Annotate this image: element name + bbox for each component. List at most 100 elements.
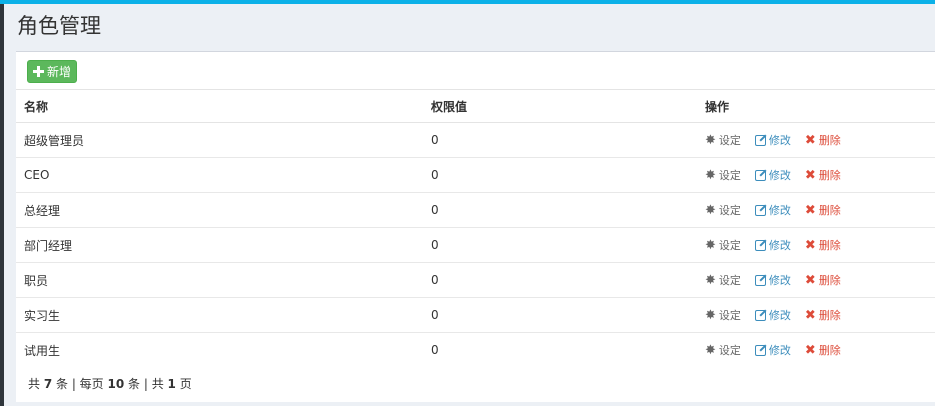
header-name: 名称 [16, 89, 423, 123]
close-icon: ✖ [804, 237, 816, 253]
pagination-text: 条 | 共 [124, 377, 168, 391]
actions-group: ✸ 设定 修改 ✖ 删除 [705, 307, 935, 323]
role-name: 实习生 [16, 297, 423, 333]
edit-icon [754, 169, 766, 181]
edit-icon [754, 274, 766, 286]
close-icon: ✖ [804, 132, 816, 148]
set-label: 设定 [718, 239, 741, 252]
set-label: 设定 [718, 204, 741, 217]
role-permission: 0 [423, 122, 697, 158]
table-row: 职员 0 ✸ 设定 修改 ✖ 删除 [16, 262, 935, 298]
role-name: 试用生 [24, 343, 61, 358]
top-accent-bar [0, 0, 935, 4]
role-name: 总经理 [16, 192, 423, 228]
role-name: 部门经理 [16, 227, 423, 263]
pagination-text: 条 | 每页 [52, 377, 108, 391]
edit-label: 修改 [768, 344, 791, 358]
set-link[interactable]: ✸ 设定 [705, 167, 741, 183]
set-label: 设定 [718, 344, 741, 358]
row-actions: ✸ 设定 修改 ✖ 删除 [697, 262, 935, 298]
actions-group: ✸ 设定 修改 ✖ 删除 [705, 237, 935, 253]
pagination-text: 页 [175, 377, 192, 391]
row-actions: ✸ 设定 修改 ✖ 删除 [697, 227, 935, 263]
table-row: 超级管理员 0 ✸ 设定 修改 ✖ 删除 [16, 122, 935, 158]
edit-label: 修改 [768, 309, 791, 322]
set-link[interactable]: ✸ 设定 [705, 132, 741, 148]
set-link[interactable]: ✸ 设定 [705, 202, 741, 218]
actions-group: ✸ 设定 修改 ✖ 删除 [705, 132, 935, 148]
edit-label: 修改 [768, 274, 791, 287]
delete-link[interactable]: ✖ 删除 [805, 342, 841, 358]
delete-link[interactable]: ✖ 删除 [805, 167, 841, 183]
table-row: 总经理 0 ✸ 设定 修改 ✖ 删除 [16, 192, 935, 228]
add-role-button[interactable]: 新增 [27, 60, 77, 83]
set-link[interactable]: ✸ 设定 [705, 342, 741, 358]
row-actions: ✸ 设定 修改 ✖ 删除 [697, 297, 935, 333]
role-permission: 0 [423, 192, 697, 228]
table-row: 试用生 0 ✸ 设定 修改 ✖ 删除 [16, 333, 935, 368]
edit-icon [754, 344, 766, 356]
header-actions: 操作 [697, 89, 935, 123]
row-actions: ✸ 设定 修改 ✖ 删除 [697, 122, 935, 158]
delete-link[interactable]: ✖ 删除 [805, 272, 841, 288]
edit-label: 修改 [768, 134, 791, 147]
actions-group: ✸ 设定 修改 ✖ 删除 [705, 342, 935, 358]
edit-link[interactable]: 修改 [754, 272, 791, 288]
edit-link[interactable]: 修改 [754, 237, 791, 253]
role-name: 职员 [16, 262, 423, 298]
gear-icon: ✸ [705, 272, 716, 288]
delete-link[interactable]: ✖ 删除 [805, 237, 841, 253]
edit-link[interactable]: 修改 [754, 167, 791, 183]
gear-icon: ✸ [705, 202, 716, 218]
gear-icon: ✸ [705, 307, 716, 323]
close-icon: ✖ [804, 307, 816, 323]
pagination-per-page: 10 [107, 377, 125, 391]
delete-label: 删除 [818, 309, 841, 322]
set-link[interactable]: ✸ 设定 [705, 237, 741, 253]
set-label: 设定 [718, 274, 741, 287]
sidebar-edge [0, 4, 4, 406]
set-label: 设定 [718, 169, 741, 182]
set-link[interactable]: ✸ 设定 [705, 272, 741, 288]
pagination-pages: 1 [167, 377, 176, 391]
roles-table: 名称 权限值 操作 超级管理员 0 ✸ 设定 修改 ✖ 删除 CEO 0 ✸ 设… [16, 89, 935, 368]
role-name: 超级管理员 [16, 122, 423, 158]
edit-label: 修改 [768, 204, 791, 217]
edit-link[interactable]: 修改 [754, 342, 791, 358]
delete-link[interactable]: ✖ 删除 [805, 202, 841, 218]
edit-link[interactable]: 修改 [754, 307, 791, 323]
gear-icon: ✸ [705, 132, 716, 148]
set-label: 设定 [718, 309, 741, 322]
edit-link[interactable]: 修改 [754, 132, 791, 148]
role-permission: 0 [423, 157, 697, 193]
delete-label: 删除 [818, 239, 841, 252]
delete-link[interactable]: ✖ 删除 [805, 132, 841, 148]
delete-label: 删除 [818, 204, 841, 217]
set-link[interactable]: ✸ 设定 [705, 307, 741, 323]
actions-group: ✸ 设定 修改 ✖ 删除 [705, 167, 935, 183]
plus-icon [32, 66, 44, 77]
row-actions: ✸ 设定 修改 ✖ 删除 [697, 333, 935, 368]
role-permission: 0 [431, 343, 439, 358]
edit-icon [754, 239, 766, 251]
edit-icon [754, 204, 766, 216]
edit-icon [754, 134, 766, 146]
add-role-label: 新增 [46, 65, 71, 79]
table-row: CEO 0 ✸ 设定 修改 ✖ 删除 [16, 157, 935, 193]
delete-label: 删除 [818, 274, 841, 287]
edit-link[interactable]: 修改 [754, 202, 791, 218]
role-permission: 0 [423, 297, 697, 333]
role-permission: 0 [423, 262, 697, 298]
delete-label: 删除 [818, 344, 841, 358]
pagination-text: 共 [28, 377, 44, 391]
gear-icon: ✸ [705, 167, 716, 183]
set-label: 设定 [718, 134, 741, 147]
row-actions: ✸ 设定 修改 ✖ 删除 [697, 157, 935, 193]
actions-group: ✸ 设定 修改 ✖ 删除 [705, 202, 935, 218]
role-permission: 0 [423, 227, 697, 263]
delete-link[interactable]: ✖ 删除 [805, 307, 841, 323]
gear-icon: ✸ [705, 342, 716, 358]
pagination-total: 7 [43, 377, 53, 391]
edit-label: 修改 [768, 239, 791, 252]
roles-panel: 新增 名称 权限值 操作 超级管理员 0 ✸ 设定 修改 ✖ 删除 CEO 0 … [16, 51, 935, 402]
